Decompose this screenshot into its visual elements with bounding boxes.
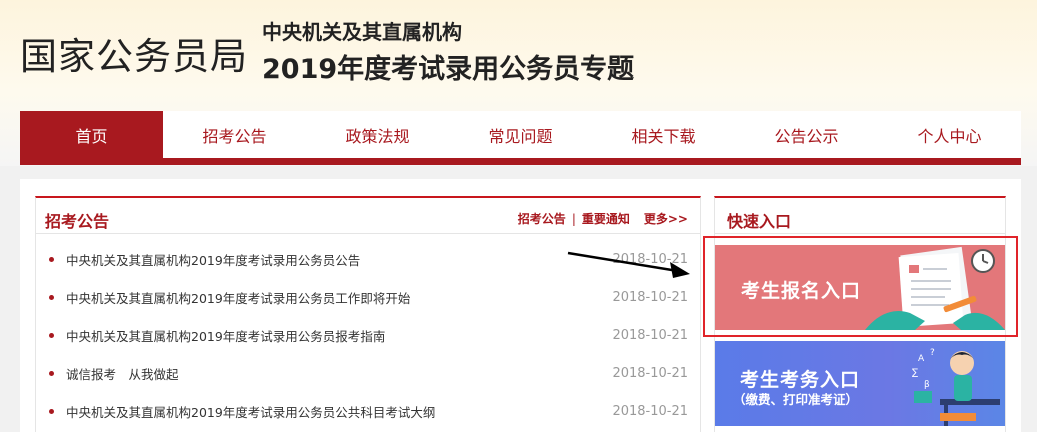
announcements-title: 招考公告 <box>45 212 110 231</box>
nav-item-downloads[interactable]: 相关下载 <box>592 111 735 158</box>
news-date: 2018-10-21 <box>612 365 688 381</box>
exam-affairs-entry-label: 考生考务入口 <box>740 369 861 391</box>
nav-item-notices[interactable]: 公告公示 <box>735 111 878 158</box>
bullet-icon <box>49 256 54 262</box>
link-announcements[interactable]: 招考公告 <box>518 210 566 227</box>
exam-affairs-illustration-icon: A ? ∑ β <box>912 348 1000 426</box>
nav-item-personal-center[interactable]: 个人中心 <box>878 111 1021 158</box>
subtitle-topic: 2019年度考试录用公务员专题 <box>262 54 635 85</box>
news-date: 2018-10-21 <box>612 289 688 305</box>
svg-text:?: ? <box>930 348 935 358</box>
list-item[interactable]: 中央机关及其直属机构2019年度考试录用公务员公共科目考试大纲 2018-10-… <box>36 392 700 430</box>
registration-entry-button[interactable]: 考生报名入口 <box>715 245 1005 330</box>
news-date: 2018-10-21 <box>612 327 688 343</box>
svg-text:∑: ∑ <box>912 368 918 378</box>
news-title[interactable]: 中央机关及其直属机构2019年度考试录用公务员工作即将开始 <box>66 288 410 307</box>
news-title[interactable]: 中央机关及其直属机构2019年度考试录用公务员公共科目考试大纲 <box>66 402 435 421</box>
pointer-arrow-icon <box>567 251 690 278</box>
nav-item-home[interactable]: 首页 <box>20 111 163 158</box>
exam-affairs-entry-button[interactable]: A ? ∑ β 考生考务入口 （缴费、打印准考证） <box>715 341 1005 426</box>
news-title[interactable]: 中央机关及其直属机构2019年度考试录用公务员公告 <box>66 250 360 269</box>
announcements-header: 招考公告 招考公告 | 重要通知 更多>> <box>36 198 700 234</box>
list-item[interactable]: 诚信报考 从我做起 2018-10-21 <box>36 354 700 392</box>
news-title[interactable]: 中央机关及其直属机构2019年度考试录用公务员报考指南 <box>66 326 385 345</box>
link-separator: | <box>571 211 576 226</box>
nav-item-faq[interactable]: 常见问题 <box>449 111 592 158</box>
divider <box>36 233 700 234</box>
more-link[interactable]: 更多>> <box>644 210 688 227</box>
subtitle-org: 中央机关及其直属机构 <box>262 20 462 44</box>
svg-text:β: β <box>924 380 930 390</box>
quick-entry-title: 快速入口 <box>727 212 792 231</box>
announcements-panel: 招考公告 招考公告 | 重要通知 更多>> 中央机关及其直属机构2019年度考试… <box>35 196 701 432</box>
bullet-icon <box>49 332 54 338</box>
bullet-icon <box>49 294 54 300</box>
bullet-icon <box>49 408 54 414</box>
nav-underline <box>20 158 1021 165</box>
svg-text:A: A <box>918 354 925 364</box>
registration-illustration-icon <box>865 246 1005 330</box>
main-nav: 首页 招考公告 政策法规 常见问题 相关下载 公告公示 个人中心 <box>20 111 1021 158</box>
list-item[interactable]: 中央机关及其直属机构2019年度考试录用公务员报考指南 2018-10-21 <box>36 316 700 354</box>
divider <box>715 233 1005 234</box>
news-title[interactable]: 诚信报考 从我做起 <box>66 364 179 383</box>
registration-entry-label: 考生报名入口 <box>741 280 862 302</box>
news-date: 2018-10-21 <box>612 403 688 419</box>
nav-item-policies[interactable]: 政策法规 <box>306 111 449 158</box>
exam-affairs-entry-sublabel: （缴费、打印准考证） <box>733 392 859 407</box>
nav-item-announcements[interactable]: 招考公告 <box>163 111 306 158</box>
link-important-notices[interactable]: 重要通知 <box>582 210 630 227</box>
announcements-links: 招考公告 | 重要通知 更多>> <box>518 210 688 227</box>
site-title: 国家公务员局 <box>20 35 248 78</box>
bullet-icon <box>49 370 54 376</box>
